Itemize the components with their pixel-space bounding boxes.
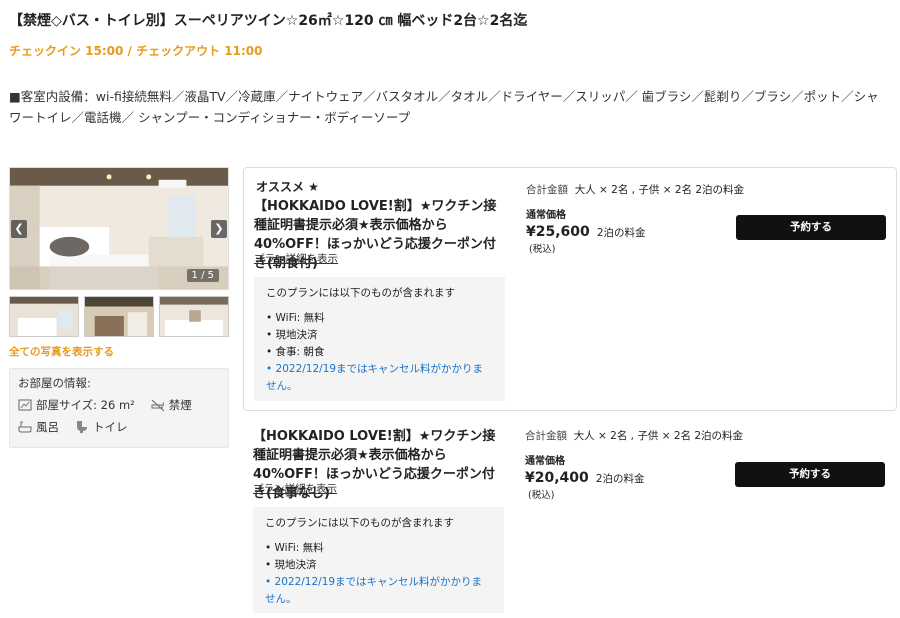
plan-includes-box: このプランには以下のものが含まれます WiFi: 無料 現地決済 食事: 朝食 … — [254, 277, 505, 401]
bath-label: 風呂 — [36, 420, 59, 434]
photo-counter: 1 / 5 — [186, 269, 219, 282]
guest-summary: 大人 × 2名 , 子供 × 2名 2泊の料金 — [574, 184, 745, 196]
includes-item: WiFi: 無料 — [266, 310, 493, 327]
photo-thumbnails — [9, 296, 229, 337]
price-amount: ¥25,600 — [526, 224, 590, 240]
total-label: 合計金額 — [525, 430, 567, 442]
includes-title: このプランには以下のものが含まれます — [266, 287, 455, 299]
photo-thumbnail[interactable] — [84, 296, 154, 337]
plan-card: オススメ ★ 【HOKKAIDO LOVE!割】★ワクチン接種証明書提示必須★表… — [243, 167, 897, 411]
normal-price-label: 通常価格 — [525, 456, 565, 467]
reserve-button[interactable]: 予約する — [736, 215, 886, 240]
bath-icon — [18, 421, 32, 433]
total-label: 合計金額 — [526, 184, 568, 196]
price-suffix: 2泊の料金 — [596, 227, 646, 239]
includes-list: WiFi: 無料 現地決済 2022/12/19まではキャンセル料がかかりません… — [265, 540, 492, 608]
cancel-policy-note: 2022/12/19まではキャンセル料がかかりません。 — [266, 361, 493, 395]
room-photo-main[interactable]: ❮ ❯ 1 / 5 — [9, 167, 229, 290]
price-line: ¥20,400 2泊の料金 — [525, 467, 645, 486]
total-price-label: 合計金額 大人 × 2名 , 子供 × 2名 2泊の料金 — [526, 182, 744, 197]
plan-detail-link[interactable]: プラン詳細を表示 — [254, 251, 338, 266]
price-line: ¥25,600 2泊の料金 — [526, 221, 646, 240]
price-suffix: 2泊の料金 — [595, 473, 645, 485]
total-price-label: 合計金額 大人 × 2名 , 子供 × 2名 2泊の料金 — [525, 428, 743, 443]
show-all-photos-link[interactable]: 全ての写真を表示する — [9, 344, 114, 359]
guest-summary: 大人 × 2名 , 子供 × 2名 2泊の料金 — [573, 430, 744, 442]
room-size-icon — [18, 399, 32, 411]
cancel-policy-note: 2022/12/19まではキャンセル料がかかりません。 — [265, 574, 492, 608]
tax-note: (税込) — [529, 244, 556, 255]
includes-item: WiFi: 無料 — [265, 540, 492, 557]
includes-item: 食事: 朝食 — [266, 344, 493, 361]
plan-card: 【HOKKAIDO LOVE!割】★ワクチン接種証明書提示必須★表示価格から40… — [243, 424, 897, 618]
plan-includes-box: このプランには以下のものが含まれます WiFi: 無料 現地決済 2022/12… — [253, 507, 504, 613]
non-smoking-label: 禁煙 — [168, 398, 192, 412]
reserve-button[interactable]: 予約する — [735, 462, 885, 487]
toilet-label: トイレ — [93, 420, 128, 434]
normal-price-label: 通常価格 — [526, 210, 566, 221]
room-info-header: お部屋の情報: — [18, 376, 91, 390]
includes-item: 現地決済 — [266, 327, 493, 344]
chevron-right-icon: ❯ — [214, 222, 224, 235]
room-size-label: 部屋サイズ: 26 m² — [36, 398, 135, 412]
includes-title: このプランには以下のものが含まれます — [265, 517, 454, 529]
room-info-panel: お部屋の情報: 部屋サイズ: 26 m² 禁煙 風呂 トイレ — [9, 368, 229, 448]
room-amenities: ■客室内設備：wi-fi接続無料／液晶TV／冷蔵庫／ナイトウェア／バスタオル／タ… — [9, 89, 879, 125]
recommend-badge: オススメ ★ — [256, 180, 319, 194]
room-title: 【禁煙◇バス・トイレ別】スーペリアツイン☆26㎡☆120 ㎝ 幅ベッド2台☆2名… — [9, 13, 528, 29]
photo-thumbnail[interactable] — [9, 296, 79, 337]
price-amount: ¥20,400 — [525, 470, 589, 486]
photo-thumbnail[interactable] — [159, 296, 229, 337]
chevron-left-icon: ❮ — [14, 222, 24, 235]
tax-note: (税込) — [528, 490, 555, 501]
checkin-checkout-times: チェックイン 15:00 / チェックアウト 11:00 — [9, 44, 263, 58]
photo-prev-button[interactable]: ❮ — [11, 220, 27, 238]
plan-detail-link[interactable]: プラン詳細を表示 — [253, 481, 337, 496]
photo-next-button[interactable]: ❯ — [211, 220, 227, 238]
toilet-icon — [77, 421, 87, 433]
includes-item: 現地決済 — [265, 557, 492, 574]
includes-list: WiFi: 無料 現地決済 食事: 朝食 2022/12/19まではキャンセル料… — [266, 310, 493, 395]
no-smoking-icon — [151, 399, 165, 412]
